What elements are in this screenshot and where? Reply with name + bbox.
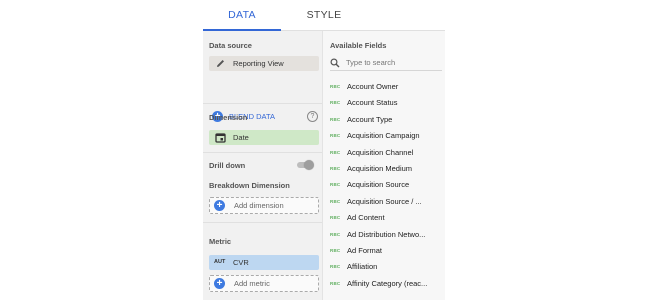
divider [203, 222, 322, 223]
add-metric-button[interactable]: + Add metric [209, 275, 319, 292]
add-dimension-button[interactable]: + Add dimension [209, 197, 319, 214]
pencil-icon[interactable] [215, 58, 226, 69]
dimension-chip[interactable]: Date [209, 130, 319, 145]
field-item[interactable]: RBC Acquisition Medium [330, 162, 442, 176]
breakdown-dimension-title: Breakdown Dimension [209, 181, 290, 190]
text-type-icon: RBC [330, 116, 341, 122]
text-type-icon: RBC [330, 182, 341, 188]
tab-style[interactable]: STYLE [283, 0, 365, 30]
field-name: Acquisition Channel [347, 147, 414, 157]
tab-data[interactable]: DATA [203, 0, 281, 30]
text-type-icon: RBC [330, 166, 341, 171]
field-item[interactable]: RBC Affiliation [330, 260, 442, 274]
field-name: Ad Content [347, 213, 385, 223]
add-circle-icon: + [214, 200, 225, 211]
field-item[interactable]: RBC Ad Content [330, 211, 442, 225]
field-name: Affiliation [347, 262, 378, 272]
data-source-name: Reporting View [233, 59, 284, 68]
panel-tabs: DATA STYLE [203, 0, 445, 31]
add-dimension-label: Add dimension [234, 201, 284, 210]
field-item[interactable]: RBC Acquisition Campaign [330, 129, 442, 143]
available-fields-title: Available Fields [330, 41, 387, 50]
field-name: Ad Distribution Netwo... [347, 229, 426, 239]
field-item[interactable]: RBC Account Owner [330, 80, 442, 94]
text-type-icon: RBC [330, 100, 341, 106]
field-name: Acquisition Campaign [347, 131, 420, 141]
text-type-icon: RBC [330, 133, 341, 139]
divider [203, 152, 322, 153]
search-input[interactable] [346, 56, 440, 69]
text-type-icon: RBC [330, 231, 341, 237]
field-item[interactable]: RBC Acquisition Source [330, 178, 442, 192]
config-column: Data source Reporting View + BLEND DATA … [203, 31, 323, 300]
add-metric-label: Add metric [234, 279, 270, 288]
data-panel: DATA STYLE Data source Reporting View + … [203, 0, 445, 300]
available-fields-column: Available Fields RBC Account Owner RBC Acco… [323, 31, 445, 300]
text-type-icon: RBC [330, 215, 341, 221]
field-name: Account Status [347, 98, 398, 108]
drill-down-toggle[interactable] [295, 160, 314, 170]
field-search [330, 56, 442, 71]
field-item[interactable]: RBC Account Type [330, 113, 442, 127]
dimension-value: Date [233, 133, 249, 142]
search-icon [330, 58, 340, 68]
help-icon[interactable]: ? [307, 111, 318, 122]
dimension-title: Dimension [209, 113, 248, 122]
field-item[interactable]: RBC Ad Format [330, 244, 442, 258]
drill-down-label: Drill down [209, 161, 246, 170]
divider [203, 103, 322, 104]
aggregation-badge[interactable]: AUT [214, 255, 225, 270]
text-type-icon: RBC [330, 280, 341, 286]
field-name: Acquisition Medium [347, 164, 413, 173]
data-source-title: Data source [209, 41, 252, 50]
text-type-icon: RBC [330, 198, 341, 204]
text-type-icon: RBC [330, 149, 341, 155]
metric-value: CVR [233, 258, 249, 267]
field-name: Account Type [347, 114, 393, 124]
text-type-icon: RBC [330, 84, 341, 89]
field-item[interactable]: RBC Ad Distribution Netwo... [330, 228, 442, 242]
field-name: Acquisition Source / ... [347, 196, 422, 206]
field-item[interactable]: RBC Acquisition Source / ... [330, 195, 442, 209]
add-circle-icon: + [214, 278, 225, 289]
field-name: Acquisition Source [347, 180, 410, 190]
toggle-knob [304, 160, 314, 170]
calendar-icon [215, 132, 226, 143]
field-name: Affinity Category (reac... [347, 278, 428, 288]
metric-chip[interactable]: AUT CVR [209, 255, 319, 270]
data-source-chip[interactable]: Reporting View [209, 56, 319, 71]
text-type-icon: RBC [330, 248, 341, 253]
text-type-icon: RBC [330, 264, 341, 270]
field-name: Account Owner [347, 82, 399, 91]
metric-title: Metric [209, 237, 232, 246]
field-item[interactable]: RBC Affinity Category (reac... [330, 277, 442, 291]
field-item[interactable]: RBC Acquisition Channel [330, 146, 442, 160]
field-name: Ad Format [347, 246, 383, 255]
field-item[interactable]: RBC Account Status [330, 96, 442, 110]
